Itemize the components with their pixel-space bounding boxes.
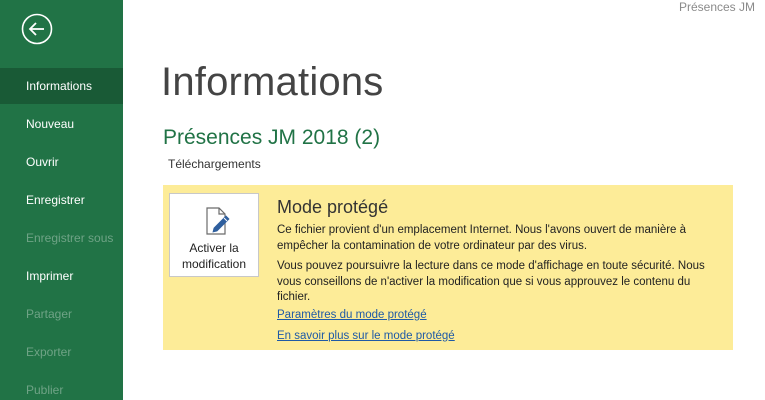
- window-title: Présences JM: [678, 0, 755, 14]
- backstage-sidebar: Informations Nouveau Ouvrir Enregistrer …: [0, 0, 123, 400]
- protected-view-heading: Mode protégé: [277, 197, 389, 217]
- sidebar-item-nouveau[interactable]: Nouveau: [0, 106, 123, 142]
- page-title: Informations: [161, 60, 384, 104]
- protected-view-settings-link[interactable]: Paramètres du mode protégé: [277, 309, 427, 321]
- back-arrow-icon: [21, 13, 53, 45]
- enable-editing-label-line1: Activer la: [189, 241, 239, 255]
- protected-view-banner: Activer la modification Mode protégé Ce …: [163, 185, 733, 350]
- sidebar-item-publier: Publier: [26, 383, 64, 397]
- backstage-view: Informations Nouveau Ouvrir Enregistrer …: [0, 0, 765, 400]
- back-button[interactable]: [21, 13, 53, 45]
- document-name: Présences JM 2018 (2): [163, 126, 381, 149]
- enable-editing-label: Activer la modification: [170, 240, 258, 272]
- document-location: Téléchargements: [168, 157, 261, 171]
- sidebar-item-exporter: Exporter: [26, 345, 72, 359]
- sidebar-item-informations[interactable]: Informations: [0, 68, 123, 104]
- protected-view-paragraph-1: Ce fichier provient d'un emplacement Int…: [277, 224, 687, 252]
- protected-view-paragraph-2: Vous pouvez poursuivre la lecture dans c…: [277, 260, 705, 303]
- sidebar-item-enregistrer-sous: Enregistrer sous: [26, 231, 114, 245]
- sidebar-item-enregistrer[interactable]: Enregistrer: [0, 182, 123, 218]
- sidebar-item-imprimer[interactable]: Imprimer: [0, 258, 123, 294]
- enable-editing-button[interactable]: Activer la modification: [169, 193, 259, 277]
- protected-view-learn-more-link[interactable]: En savoir plus sur le mode protégé: [277, 330, 455, 342]
- edit-document-icon: [206, 207, 230, 235]
- sidebar-item-ouvrir[interactable]: Ouvrir: [0, 144, 123, 180]
- sidebar-item-partager: Partager: [26, 307, 73, 321]
- enable-editing-label-line2: modification: [181, 257, 247, 271]
